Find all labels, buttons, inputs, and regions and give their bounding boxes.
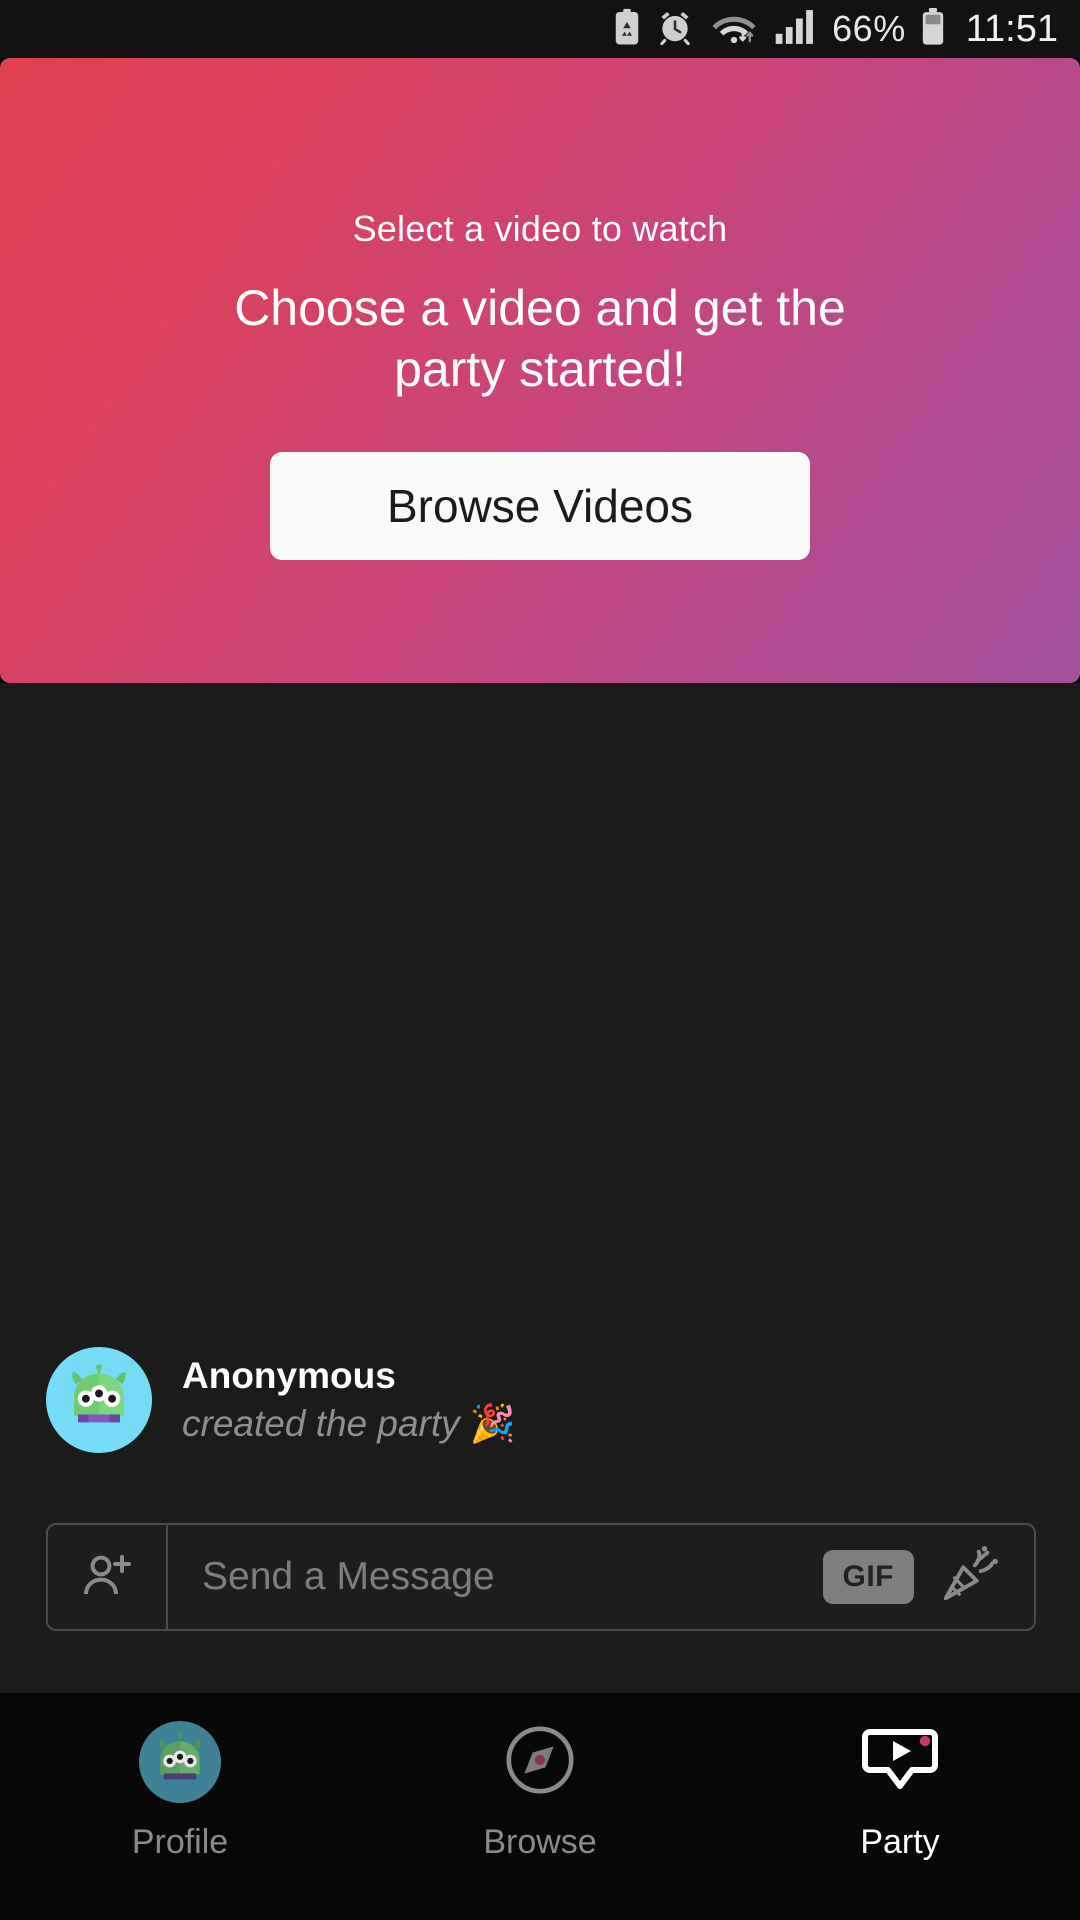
hero-subtitle: Select a video to watch	[352, 208, 728, 249]
party-popper-emoji: 🎉	[469, 1402, 516, 1444]
chat-message-body: created the party 🎉	[182, 1403, 516, 1446]
gif-button[interactable]: GIF	[822, 1550, 914, 1604]
bottom-navigation: Profile Browse Party	[0, 1693, 1080, 1920]
message-input[interactable]	[168, 1525, 823, 1629]
alien-avatar-icon	[139, 1721, 221, 1803]
app-screen: 66% 11:51 Select a video to watch Choose…	[0, 0, 1080, 1920]
nav-item-party[interactable]: Party	[720, 1719, 1080, 1862]
video-bubble-icon	[860, 1720, 940, 1805]
battery-percent-label: 66%	[832, 8, 906, 49]
video-picker-hero: Select a video to watch Choose a video a…	[0, 58, 1080, 683]
hero-title: Choose a video and get the party started…	[234, 280, 846, 397]
nav-label-profile: Profile	[131, 1823, 229, 1861]
party-icon-wrap	[857, 1719, 943, 1805]
add-person-button[interactable]	[48, 1525, 168, 1629]
chat-message-text: Anonymous created the party 🎉	[182, 1355, 516, 1446]
chat-area: Anonymous created the party 🎉 GI	[0, 683, 1080, 1693]
party-popper-button[interactable]	[938, 1544, 1000, 1611]
browse-icon-wrap	[497, 1719, 583, 1805]
status-bar: 66% 11:51	[0, 0, 1080, 58]
add-person-icon	[79, 1547, 135, 1608]
chat-author-name: Anonymous	[182, 1354, 396, 1396]
status-bar-clock: 11:51	[965, 8, 1058, 50]
profile-icon-wrap	[137, 1719, 223, 1805]
alien-avatar[interactable]	[46, 1347, 152, 1453]
compass-icon	[501, 1721, 579, 1804]
recycling-battery-icon	[612, 8, 642, 51]
message-composer: GIF	[46, 1523, 1036, 1631]
nav-item-profile[interactable]: Profile	[0, 1719, 360, 1862]
chat-message-item: Anonymous created the party 🎉	[46, 1347, 516, 1453]
nav-label-party: Party	[860, 1823, 940, 1861]
battery-icon	[920, 7, 946, 51]
party-popper-icon	[938, 1544, 1000, 1611]
wifi-icon	[708, 8, 760, 51]
browse-videos-button[interactable]: Browse Videos	[270, 452, 810, 560]
nav-item-browse[interactable]: Browse	[360, 1719, 720, 1862]
chat-message-content: created the party	[182, 1403, 460, 1444]
nav-label-browse: Browse	[483, 1823, 597, 1861]
alarm-clock-icon	[656, 8, 694, 51]
signal-bars-icon	[774, 8, 818, 51]
